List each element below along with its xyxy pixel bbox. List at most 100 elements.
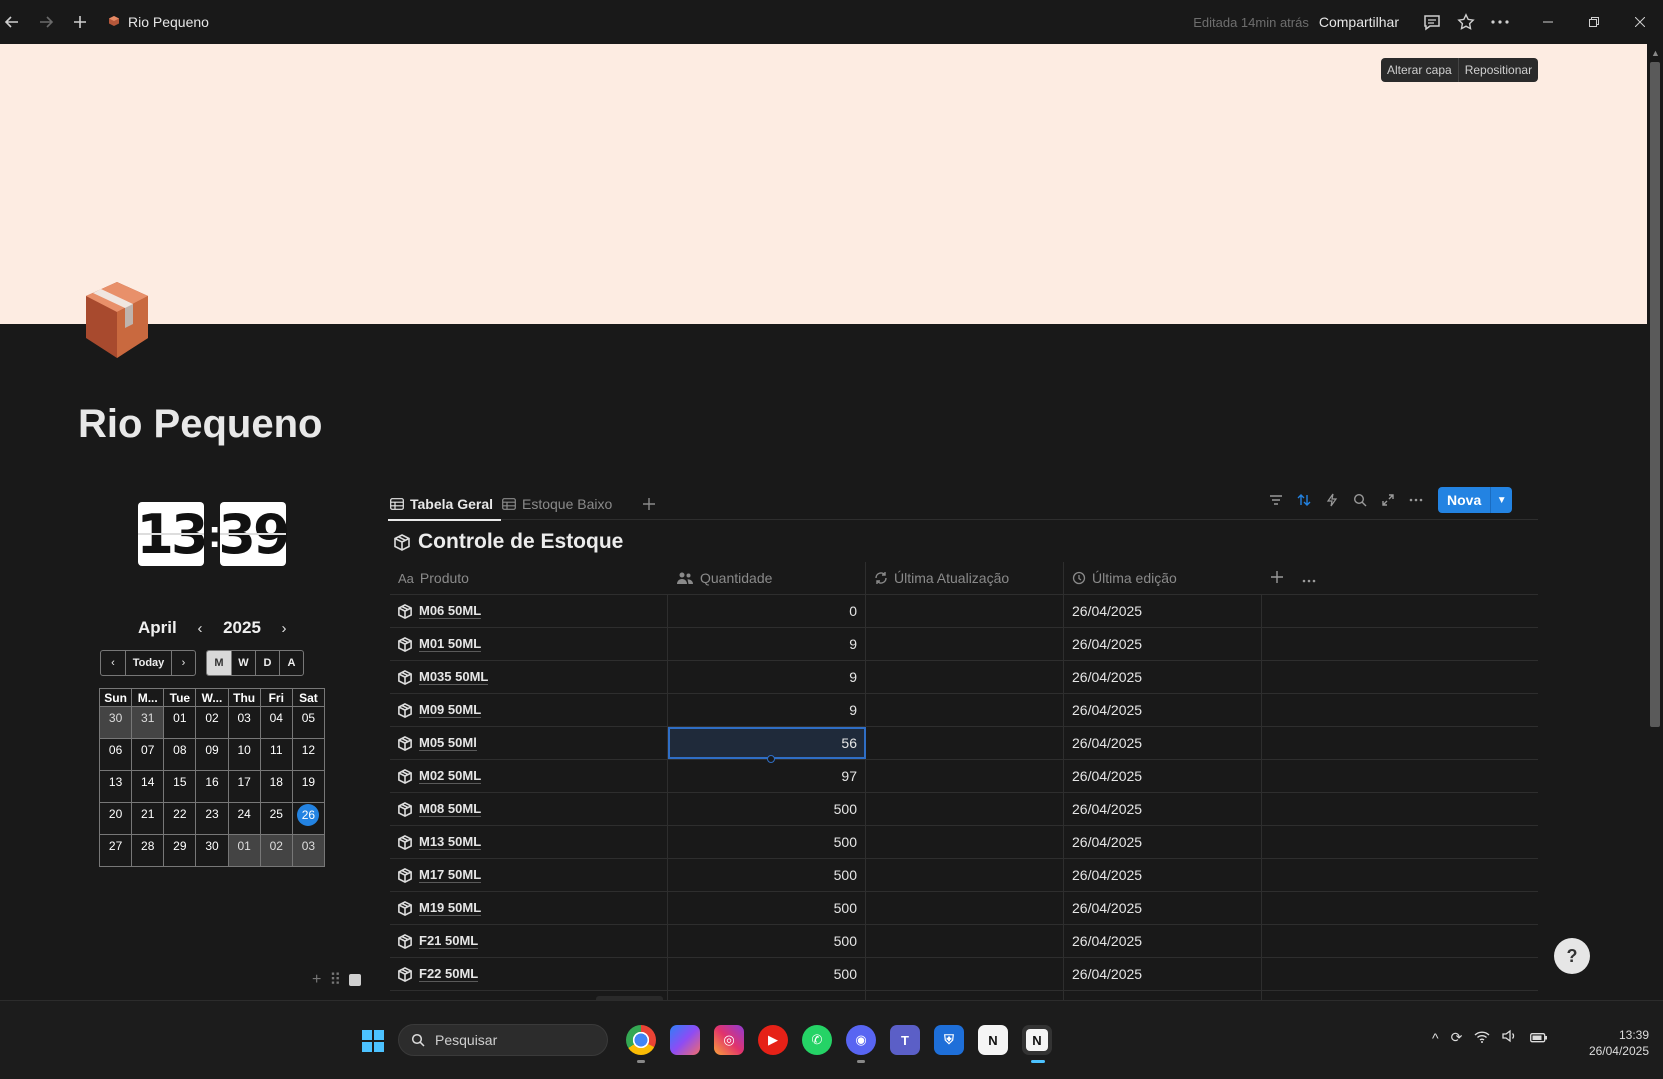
produto-name[interactable]: F22 50ML <box>398 966 479 982</box>
copilot-icon[interactable] <box>670 1025 700 1055</box>
scroll-up-icon[interactable]: ▲ <box>1651 48 1660 58</box>
ultima-edicao-cell[interactable]: 26/04/2025 <box>1064 727 1262 759</box>
add-view-plus-icon[interactable] <box>642 488 656 520</box>
sync-icon[interactable]: ⟳ <box>1451 1029 1463 1046</box>
table-row[interactable]: M08 50ML 500 26/04/2025 <box>390 793 1538 826</box>
new-tab-plus-icon[interactable] <box>68 10 92 34</box>
shield-app-icon[interactable]: ⛨ <box>934 1025 964 1055</box>
ultima-edicao-cell[interactable]: 26/04/2025 <box>1064 958 1262 990</box>
share-button[interactable]: Compartilhar <box>1319 14 1399 30</box>
calendar-day[interactable]: 06 <box>98 738 133 771</box>
calendar-day[interactable]: 23 <box>195 802 229 835</box>
sort-icon[interactable] <box>1290 486 1318 514</box>
search-icon[interactable] <box>1346 486 1374 514</box>
wifi-icon[interactable] <box>1474 1030 1490 1046</box>
chevron-up-icon[interactable]: ^ <box>1432 1030 1439 1046</box>
produto-cell[interactable]: M035 50ML <box>390 661 668 693</box>
reposition-cover-button[interactable]: Repositionar <box>1457 58 1538 82</box>
produto-name[interactable]: F21 50ML <box>398 933 479 949</box>
calendar-day[interactable]: 21 <box>131 802 165 835</box>
table-row[interactable]: M05 50Ml 56 26/04/2025 <box>390 727 1538 763</box>
calendar-day[interactable]: 01 <box>163 706 197 739</box>
calendar-day[interactable]: 26 <box>291 802 326 835</box>
quantidade-cell[interactable]: 500 <box>668 826 866 858</box>
page-title[interactable]: Rio Pequeno <box>78 402 322 447</box>
teams-icon[interactable]: T <box>890 1025 920 1055</box>
produto-cell[interactable]: F22 50ML <box>390 958 668 990</box>
close-icon[interactable] <box>1617 0 1663 44</box>
produto-name[interactable]: M19 50ML <box>398 900 482 916</box>
chevron-down-icon[interactable]: ▼ <box>1490 487 1512 513</box>
calendar-day[interactable]: 22 <box>163 802 197 835</box>
calendar-day[interactable]: 24 <box>227 802 261 835</box>
calendar-day[interactable]: 30 <box>98 706 133 739</box>
calendar-day[interactable]: 13 <box>98 770 133 803</box>
add-row-plus-icon[interactable]: + <box>312 971 321 989</box>
produto-name[interactable]: M08 50ML <box>398 801 482 817</box>
table-row[interactable]: M01 50ML 9 26/04/2025 <box>390 628 1538 661</box>
calendar-day[interactable]: 02 <box>195 706 229 739</box>
produto-cell[interactable]: M19 50ML <box>390 892 668 924</box>
prev-year-icon[interactable]: ‹ <box>188 620 212 637</box>
forward-arrow-icon[interactable] <box>34 10 58 34</box>
package-icon[interactable] <box>84 280 154 360</box>
ultima-atualizacao-cell[interactable] <box>866 793 1064 825</box>
ultima-atualizacao-cell[interactable] <box>866 661 1064 693</box>
help-icon[interactable]: ? <box>1554 938 1590 974</box>
calendar-view-agenda[interactable]: A <box>279 651 303 675</box>
calendar-view-month[interactable]: M <box>207 651 231 675</box>
calendar-today-button[interactable]: Today <box>125 651 171 675</box>
produto-cell[interactable]: M02 50ML <box>390 760 668 792</box>
ultima-edicao-cell[interactable]: 26/04/2025 <box>1064 892 1262 924</box>
volume-icon[interactable] <box>1502 1029 1518 1046</box>
tab-tabela-geral[interactable]: Tabela Geral <box>387 488 502 521</box>
quantidade-cell[interactable]: 0 <box>668 595 866 627</box>
quantidade-cell[interactable]: 97 <box>668 760 866 792</box>
table-row[interactable]: M09 50ML 9 26/04/2025 <box>390 694 1538 727</box>
minimize-icon[interactable] <box>1525 0 1571 44</box>
drag-handle-icon[interactable]: ⠿ <box>329 970 341 990</box>
table-row[interactable]: M02 50ML 97 26/04/2025 <box>390 760 1538 793</box>
table-row[interactable]: M13 50ML 500 26/04/2025 <box>390 826 1538 859</box>
ultima-atualizacao-cell[interactable] <box>866 859 1064 891</box>
instagram-icon[interactable]: ◎ <box>714 1025 744 1055</box>
table-row[interactable]: M17 50ML 500 26/04/2025 <box>390 859 1538 892</box>
database-title[interactable]: Controle de Estoque <box>394 530 623 554</box>
table-row[interactable]: F22 50ML 500 26/04/2025 <box>390 958 1538 991</box>
windows-start-icon[interactable] <box>362 1030 384 1052</box>
discord-icon[interactable]: ◉ <box>846 1025 876 1063</box>
quantidade-cell[interactable]: 500 <box>668 892 866 924</box>
notion-active-icon[interactable]: N <box>1022 1025 1052 1063</box>
calendar-day[interactable]: 15 <box>163 770 197 803</box>
ultima-edicao-cell[interactable]: 26/04/2025 <box>1064 760 1262 792</box>
calendar-day[interactable]: 05 <box>291 706 326 739</box>
calendar-day[interactable]: 09 <box>195 738 229 771</box>
produto-name[interactable]: M09 50ML <box>398 702 482 718</box>
ultima-atualizacao-cell[interactable] <box>866 892 1064 924</box>
calendar-day[interactable]: 19 <box>291 770 326 803</box>
calendar-day[interactable]: 31 <box>131 706 165 739</box>
quantidade-cell[interactable]: 500 <box>668 925 866 957</box>
table-row[interactable]: F21 50ML 500 26/04/2025 <box>390 925 1538 958</box>
calendar-day[interactable]: 18 <box>259 770 293 803</box>
calendar-day[interactable]: 16 <box>195 770 229 803</box>
change-cover-button[interactable]: Alterar capa <box>1381 58 1458 82</box>
table-row[interactable]: M19 50ML 500 26/04/2025 <box>390 892 1538 925</box>
ultima-edicao-cell[interactable]: 26/04/2025 <box>1064 694 1262 726</box>
ultima-atualizacao-cell[interactable] <box>866 727 1064 759</box>
produto-name[interactable]: M05 50Ml <box>398 735 477 751</box>
produto-cell[interactable]: M17 50ML <box>390 859 668 891</box>
ultima-edicao-cell[interactable]: 26/04/2025 <box>1064 925 1262 957</box>
ultima-atualizacao-cell[interactable] <box>866 628 1064 660</box>
calendar-day[interactable]: 10 <box>227 738 261 771</box>
calendar-day[interactable]: 08 <box>163 738 197 771</box>
ultima-edicao-cell[interactable]: 26/04/2025 <box>1064 826 1262 858</box>
ultima-edicao-cell[interactable]: 26/04/2025 <box>1064 793 1262 825</box>
produto-name[interactable]: M01 50ML <box>398 636 482 652</box>
ultima-edicao-cell[interactable]: 26/04/2025 <box>1064 595 1262 627</box>
calendar-day[interactable]: 11 <box>259 738 293 771</box>
column-header-ultima-edicao[interactable]: Última edição <box>1064 562 1262 594</box>
breadcrumb[interactable]: Rio Pequeno <box>108 14 209 30</box>
whatsapp-icon[interactable]: ✆ <box>802 1025 832 1055</box>
calendar-day[interactable]: 03 <box>291 834 326 867</box>
